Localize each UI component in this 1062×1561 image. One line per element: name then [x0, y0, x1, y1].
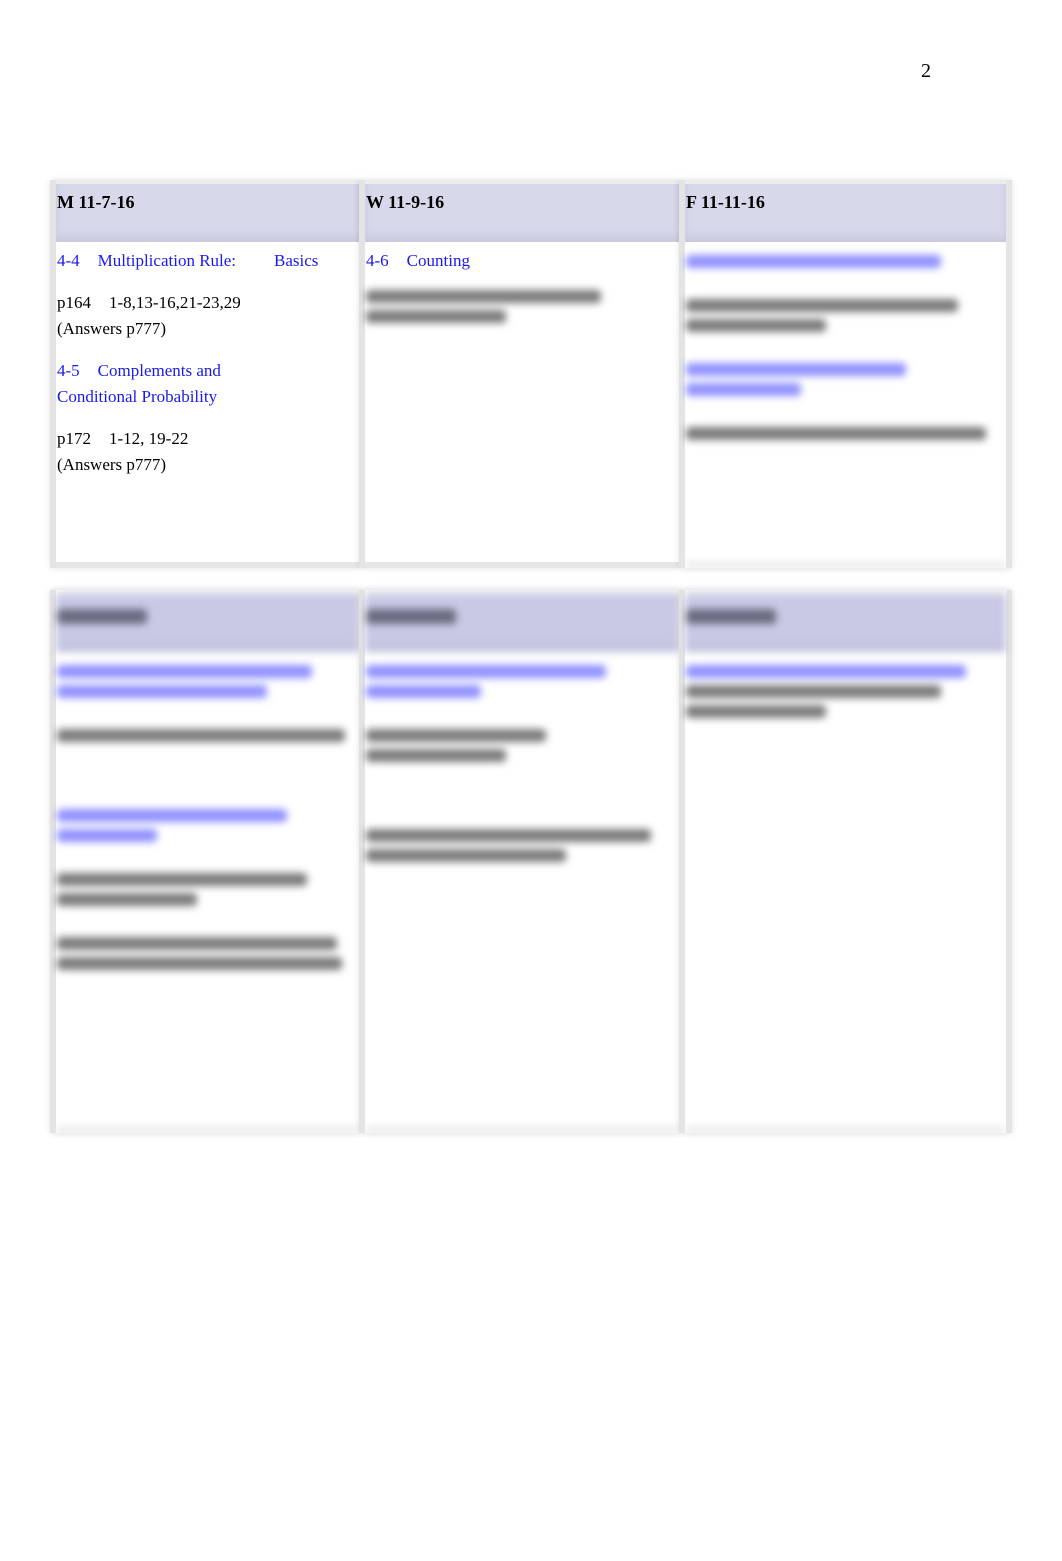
answers-note: (Answers p777) — [57, 319, 167, 338]
assignment: p172 1-12, 19-22 (Answers p777) — [57, 426, 353, 478]
page-number: 2 — [921, 60, 931, 82]
day-column-monday: M 11-7-16 4-4 Multiplication Rule: Basics … — [50, 180, 359, 568]
lesson-link-4-5[interactable]: 4-5 Complements and Conditional Probabili… — [57, 358, 353, 410]
lesson-section[interactable]: 4-5 — [57, 361, 80, 380]
assignment: p164 1-8,13-16,21-23,29 (Answers p777) — [57, 290, 353, 342]
obscured-assignment — [366, 290, 673, 323]
lesson-link-4-4[interactable]: 4-4 Multiplication Rule: Basics — [57, 248, 353, 274]
day-body: 4-4 Multiplication Rule: Basics p164 1-8,13… — [56, 242, 359, 568]
lesson-section[interactable]: 4-4 — [57, 251, 80, 270]
schedule-week-1: M 11-7-16 4-4 Multiplication Rule: Basics … — [50, 180, 1012, 568]
assignment-page: p164 — [57, 293, 91, 312]
obscured-day-body — [685, 242, 1006, 568]
obscured-day-header — [365, 590, 679, 652]
assignment-page: p172 — [57, 429, 91, 448]
day-header: W 11-9-16 — [365, 180, 679, 242]
day-column-obscured — [359, 590, 679, 1133]
day-column-obscured — [50, 590, 359, 1133]
assignment-problems: 1-8,13-16,21-23,29 — [109, 293, 241, 312]
lesson-link-4-6[interactable]: 4-6 Counting — [366, 248, 673, 274]
schedule-week-2 — [50, 590, 1012, 1133]
lesson-title[interactable]: Multiplication Rule: — [98, 251, 236, 270]
obscured-day-header — [685, 590, 1006, 652]
lesson-title[interactable]: Counting — [407, 251, 470, 270]
day-column-obscured — [679, 590, 1012, 1133]
obscured-day-header — [56, 590, 359, 652]
day-body: 4-6 Counting — [365, 242, 679, 568]
answers-note: (Answers p777) — [57, 455, 167, 474]
assignment-problems: 1-12, 19-22 — [109, 429, 189, 448]
obscured-day-body — [56, 652, 359, 1133]
obscured-day-body — [685, 652, 1006, 1133]
lesson-title[interactable]: Complements and — [98, 361, 221, 380]
day-header: M 11-7-16 — [56, 180, 359, 242]
day-column-friday: F 11-11-16 — [679, 180, 1012, 568]
lesson-section[interactable]: 4-6 — [366, 251, 389, 270]
day-header: F 11-11-16 — [685, 180, 1006, 242]
lesson-title-extra[interactable]: Basics — [274, 251, 318, 270]
day-column-wednesday: W 11-9-16 4-6 Counting — [359, 180, 679, 568]
obscured-day-body — [365, 652, 679, 1133]
lesson-title-line2[interactable]: Conditional Probability — [57, 384, 353, 410]
